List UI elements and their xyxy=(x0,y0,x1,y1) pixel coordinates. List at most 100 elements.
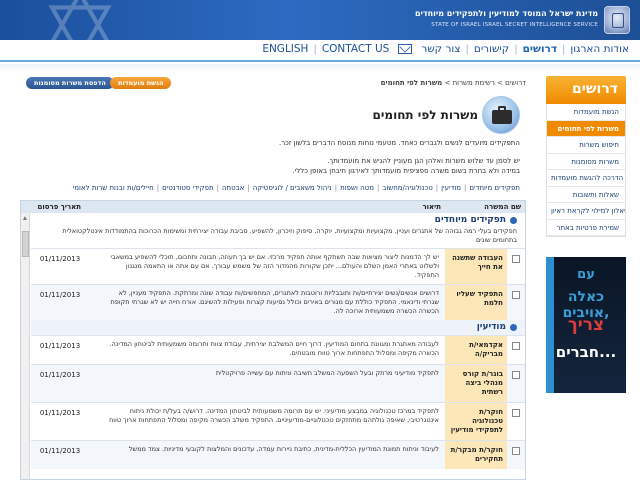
row-select xyxy=(507,285,525,320)
scroll-thumb[interactable] xyxy=(22,231,29,257)
job-description: לעבודה מאתגרת ומגוונת בתחום המודיעין. דר… xyxy=(109,340,439,357)
category-separator: | xyxy=(247,184,250,192)
page-title: משרות לפי תחומים xyxy=(372,108,479,122)
nav-item[interactable]: קישורים xyxy=(469,43,514,55)
mail-icon[interactable] xyxy=(398,44,413,54)
recruitment-ad-banner[interactable]: עם כאלה אויבים, צריך חברים... xyxy=(546,257,626,393)
print-marked-jobs-button[interactable]: הדפסת משרות מסומנות xyxy=(26,77,114,89)
publish-date: 01/11/2013 xyxy=(39,255,81,263)
bullet-icon xyxy=(510,323,517,331)
category-separator: | xyxy=(464,184,467,192)
job-name[interactable]: בוגר/ת קורס מנהלי ביצה רשתית xyxy=(445,365,507,402)
column-header: שם המשרה xyxy=(484,203,521,211)
row-select xyxy=(507,403,525,440)
category-separator: | xyxy=(334,184,338,192)
sidebar-item[interactable]: שאלות ותשובות xyxy=(547,187,625,203)
select-checkbox[interactable] xyxy=(512,342,520,350)
sidebar-item[interactable]: שאלון למילוי לקראת ראיון xyxy=(547,203,625,220)
briefcase-icon xyxy=(482,96,520,134)
bullet-icon xyxy=(510,216,517,224)
apply-button[interactable]: הגשת מועמדות xyxy=(110,77,172,89)
row-select xyxy=(507,336,525,364)
category-link[interactable]: ניהול משאבים / לוגיסטיקה xyxy=(253,184,332,192)
sidebar: דרושים הגשת מועמדות משרות לפי תחומים חיפוש… xyxy=(546,76,626,393)
row-select xyxy=(507,249,525,284)
sidebar-item[interactable]: שמירת פרטיות באתר xyxy=(547,220,625,236)
publish-date: 01/11/2013 xyxy=(39,291,81,299)
table-row: העבודה שתשנה את חייך יש לך הדמנות ליצור מ… xyxy=(31,248,525,284)
job-name[interactable]: חוקר/ת טכנולוגיה לתפקידי מודיעין xyxy=(445,403,507,440)
mossad-emblem-icon[interactable] xyxy=(604,6,630,34)
job-name[interactable]: התפקיד שעליו חלמת xyxy=(445,285,507,320)
sidebar-item[interactable]: משרות מסומנות xyxy=(547,154,625,170)
category-link[interactable]: אבטחה xyxy=(222,184,244,192)
category-link[interactable]: מודיעין xyxy=(441,184,461,192)
job-name[interactable]: אקדמאי/ת מבריק/ה xyxy=(445,336,507,364)
breadcrumb-home[interactable]: דרושים xyxy=(505,79,526,87)
category-separator: | xyxy=(156,184,160,192)
publish-date: 01/11/2013 xyxy=(39,409,81,417)
table-row: חוקר/ת טכנולוגיה לתפקידי מודיעין לתפקיד ב… xyxy=(31,402,525,440)
scroll-up-icon[interactable] xyxy=(23,216,27,220)
site-title-english: STATE OF ISRAEL ISRAEL SECRET INTELLIGEN… xyxy=(431,22,598,28)
table-row: חוקר/ת מבקר/ת תחקירים לעיבוד וניתוח תמונת… xyxy=(31,440,525,469)
sidebar-item[interactable]: משרות לפי תחומים xyxy=(547,120,625,137)
ad-line: צריך xyxy=(567,315,605,335)
row-select xyxy=(507,441,525,469)
job-description: לתפקיד מודיעיני מרתק ובעל השפעה המשלב חש… xyxy=(215,369,439,377)
select-checkbox[interactable] xyxy=(512,409,520,417)
main-nav: אודות הארגון | דרושים | קישורים | צור קשר CONTA… xyxy=(0,40,640,62)
sidebar-title: דרושים xyxy=(546,76,626,104)
ad-line: חברים... xyxy=(555,343,617,361)
table-row: אקדמאי/ת מבריק/ה לעבודה מאתגרת ומגוונת בת… xyxy=(31,335,525,364)
sidebar-item[interactable]: הדרכה להגשת מועמדות xyxy=(547,170,625,187)
select-checkbox[interactable] xyxy=(512,255,520,263)
category-link[interactable]: תפקידי סטודנטים xyxy=(162,184,213,192)
sidebar-item[interactable]: הגשת מועמדות xyxy=(547,104,625,121)
job-name[interactable]: חוקר/ת מבקר/ת תחקירים xyxy=(445,441,507,469)
publish-date: 01/11/2013 xyxy=(39,447,81,455)
column-header: תיאור xyxy=(422,203,441,211)
section-title: מודיעין xyxy=(39,322,517,332)
nav-item[interactable]: ENGLISH xyxy=(257,43,313,55)
nav-item[interactable]: אודות הארגון xyxy=(565,43,634,55)
section-description: תפקידים בעלי רמה גבוהה של אתגרים ועניין,… xyxy=(62,227,517,244)
section-header: תפקידים מיוחדים תפקידים בעלי רמה גבוהה של… xyxy=(31,213,525,248)
category-separator: | xyxy=(435,184,439,192)
sidebar-menu: הגשת מועמדות משרות לפי תחומים חיפוש משרות מ… xyxy=(546,104,626,237)
site-title-hebrew: מדינת ישראל המוסד למודיעין ולתפקידים מיו… xyxy=(414,9,598,18)
nav-item[interactable]: דרושים xyxy=(518,43,562,55)
breadcrumb: דרושים > רשימת משרות > משרות לפי תחומים xyxy=(380,79,526,87)
category-link[interactable]: תפקידים מיוחדים xyxy=(469,184,520,192)
section-header: מודיעין xyxy=(31,320,525,335)
jobs-table: שם המשרה תיאור תאריך פרסום תפקידים מיוחד… xyxy=(20,200,526,480)
table-scrollbar[interactable] xyxy=(21,213,30,479)
publish-date: 01/11/2013 xyxy=(39,371,81,379)
job-description: יש לך הדמנות ליצור מציאות שבה תשתקף אותה… xyxy=(110,253,439,279)
nav-item[interactable]: צור קשר xyxy=(416,43,465,55)
section-title-text: תפקידים מיוחדים xyxy=(434,215,506,225)
breadcrumb-list[interactable]: רשימת משרות xyxy=(453,79,495,87)
breadcrumb-current: משרות לפי תחומים xyxy=(380,79,443,87)
select-checkbox[interactable] xyxy=(512,291,520,299)
table-header: שם המשרה תיאור תאריך פרסום xyxy=(21,201,525,213)
select-checkbox[interactable] xyxy=(512,371,520,379)
category-links: תפקידים מיוחדים | מודיעין | טכנולוגיה/מחשוב |… xyxy=(20,184,526,192)
ad-line: עם xyxy=(577,267,595,282)
category-separator: | xyxy=(216,184,219,192)
nav-substrip xyxy=(0,64,640,72)
job-name[interactable]: העבודה שתשנה את חייך xyxy=(445,249,507,284)
intro-text: התפקידים מיועדים לנשים ולגברים כאחד. מטע… xyxy=(278,139,520,175)
select-checkbox[interactable] xyxy=(512,447,520,455)
table-row: התפקיד שעליו חלמת דרושים אנשים/נשים יצירת… xyxy=(31,284,525,320)
section-title-text: מודיעין xyxy=(476,322,506,332)
category-link[interactable]: מטה ושפות xyxy=(340,184,374,192)
nav-item[interactable]: CONTACT US xyxy=(317,43,394,55)
category-link[interactable]: חיילים/ות ובנות שרות לאומי xyxy=(73,184,154,192)
header-banner: מדינת ישראל המוסד למודיעין ולתפקידים מיו… xyxy=(0,0,640,40)
sidebar-item[interactable]: חיפוש משרות xyxy=(547,137,625,154)
category-separator: | xyxy=(376,184,380,192)
table-body: תפקידים מיוחדים תפקידים בעלי רמה גבוהה של… xyxy=(31,213,525,469)
category-link[interactable]: טכנולוגיה/מחשוב xyxy=(382,184,432,192)
row-select xyxy=(507,365,525,402)
